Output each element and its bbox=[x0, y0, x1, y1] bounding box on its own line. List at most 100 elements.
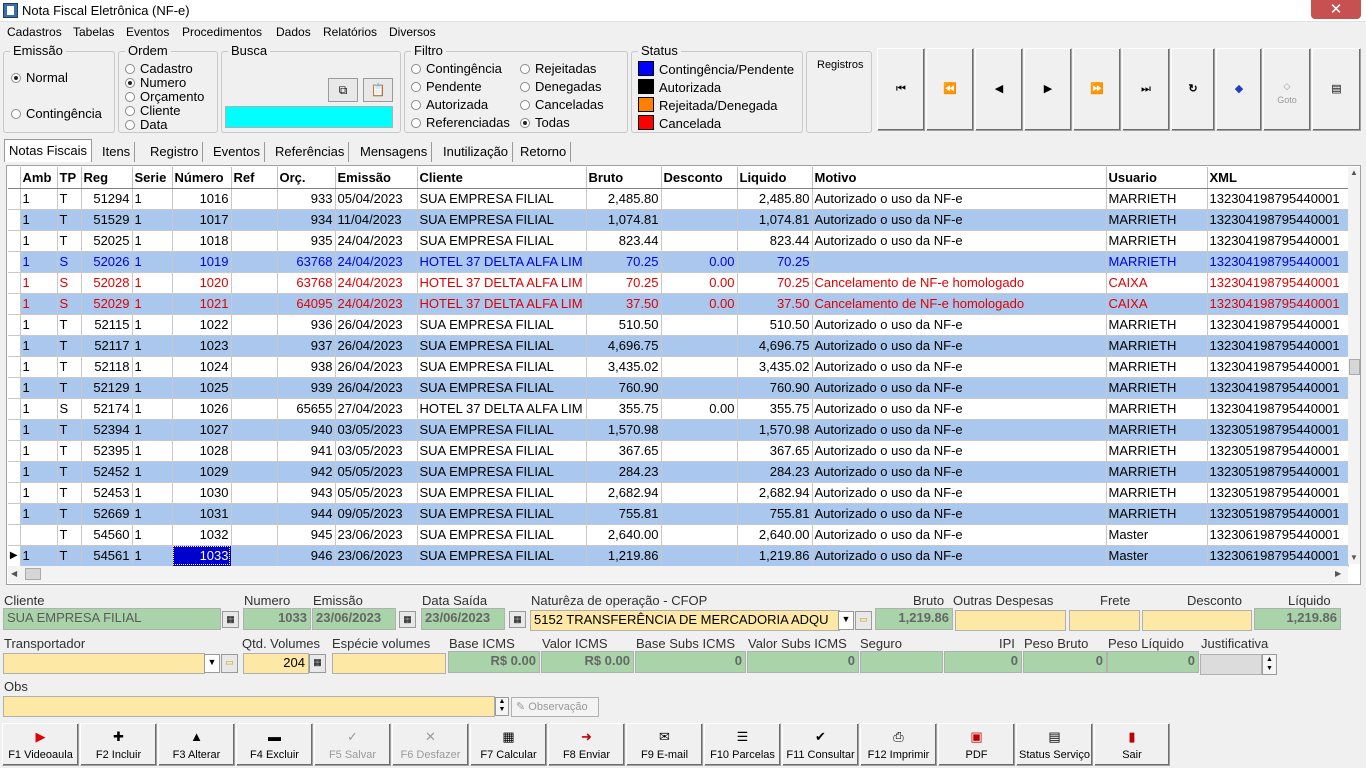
cell-ref[interactable] bbox=[231, 230, 278, 252]
cell-ref[interactable] bbox=[231, 377, 278, 399]
cell-emissao[interactable]: 23/06/2023 bbox=[335, 524, 418, 546]
cell-ref[interactable] bbox=[231, 293, 278, 315]
cell-liquido[interactable]: 1,074.81 bbox=[737, 209, 813, 231]
cell-amb[interactable] bbox=[20, 524, 58, 546]
cell-desconto[interactable] bbox=[661, 503, 738, 525]
cell-liquido[interactable]: 1,219.86 bbox=[737, 545, 813, 567]
cell-reg[interactable]: 52174 bbox=[81, 398, 133, 420]
cell-ref[interactable] bbox=[231, 188, 278, 210]
cell-reg[interactable]: 52115 bbox=[81, 314, 133, 336]
cell-motivo[interactable]: Autorizado o uso da NF-e bbox=[812, 377, 1107, 399]
cell-numero[interactable]: 1027 bbox=[172, 419, 232, 441]
cell-xml[interactable]: 132305198795440001 bbox=[1207, 419, 1349, 441]
cell-orc[interactable]: 933 bbox=[277, 188, 336, 210]
incluir-button[interactable]: ✚ F2 Incluir bbox=[80, 723, 157, 766]
menu-procedimentos[interactable]: Procedimentos bbox=[182, 25, 262, 39]
goto-button[interactable]: ◇ Goto bbox=[1263, 48, 1311, 131]
natureza-select[interactable]: 5152 TRANSFERÊNCIA DE MERCADORIA ADQU bbox=[530, 610, 840, 631]
ordem-numero-radio[interactable]: Numero bbox=[125, 75, 186, 90]
cell-desconto[interactable]: 0.00 bbox=[661, 251, 738, 273]
natureza-folder-button[interactable]: ▭ bbox=[855, 611, 872, 630]
row-indicator[interactable] bbox=[8, 440, 21, 462]
cell-usuario[interactable]: Master bbox=[1106, 545, 1208, 567]
tab-itens[interactable]: Itens bbox=[98, 142, 136, 162]
cell-reg[interactable]: 51529 bbox=[81, 209, 133, 231]
cell-cliente[interactable]: SUA EMPRESA FILIAL bbox=[417, 461, 587, 483]
cell-cliente[interactable]: SUA EMPRESA FILIAL bbox=[417, 377, 587, 399]
cell-desconto[interactable]: 0.00 bbox=[661, 398, 738, 420]
menu-dados[interactable]: Dados bbox=[276, 25, 311, 39]
cell-desconto[interactable] bbox=[661, 230, 738, 252]
cell-desconto[interactable]: 0.00 bbox=[661, 272, 738, 294]
ordem-cliente-radio[interactable]: Cliente bbox=[125, 103, 180, 118]
cell-xml[interactable]: 132306198795440001 bbox=[1207, 524, 1349, 546]
cell-emissao[interactable]: 11/04/2023 bbox=[335, 209, 418, 231]
videoaula-button[interactable]: ▶ F1 Videoaula bbox=[2, 723, 79, 766]
close-button[interactable]: ✕ bbox=[1311, 0, 1361, 19]
cell-amb[interactable]: 1 bbox=[20, 251, 58, 273]
cell-desconto[interactable] bbox=[661, 482, 738, 504]
cell-bruto[interactable]: 2,682.94 bbox=[586, 482, 662, 504]
cell-amb[interactable]: 1 bbox=[20, 188, 58, 210]
cell-desconto[interactable] bbox=[661, 188, 738, 210]
cell-numero[interactable]: 1033 bbox=[172, 545, 232, 567]
salvar-button[interactable]: ✓ F5 Salvar bbox=[314, 723, 391, 766]
cell-orc[interactable]: 938 bbox=[277, 356, 336, 378]
menu-cadastros[interactable]: Cadastros bbox=[7, 25, 62, 39]
email-button[interactable]: ✉ F9 E-mail bbox=[626, 723, 703, 766]
cell-usuario[interactable]: CAIXA bbox=[1106, 272, 1208, 294]
cell-desconto[interactable]: 0.00 bbox=[661, 293, 738, 315]
cell-serie[interactable]: 1 bbox=[132, 272, 173, 294]
cell-serie[interactable]: 1 bbox=[132, 356, 173, 378]
filtro-todas-radio[interactable]: Todas bbox=[520, 115, 570, 130]
natureza-dropdown-button[interactable]: ▼ bbox=[838, 611, 854, 630]
cell-emissao[interactable]: 23/06/2023 bbox=[335, 545, 418, 567]
cell-cliente[interactable]: HOTEL 37 DELTA ALFA LIM bbox=[417, 398, 587, 420]
cell-tp[interactable]: T bbox=[57, 482, 82, 504]
cell-liquido[interactable]: 2,682.94 bbox=[737, 482, 813, 504]
cell-tp[interactable]: T bbox=[57, 356, 82, 378]
row-indicator[interactable] bbox=[8, 188, 21, 210]
cell-reg[interactable]: 52029 bbox=[81, 293, 133, 315]
cell-bruto[interactable]: 3,435.02 bbox=[586, 356, 662, 378]
cell-tp[interactable]: T bbox=[57, 440, 82, 462]
cell-tp[interactable]: S bbox=[57, 272, 82, 294]
prev-record-button[interactable]: ◀ bbox=[975, 48, 1023, 131]
cell-tp[interactable]: T bbox=[57, 188, 82, 210]
cell-xml[interactable]: 132304198795440001 bbox=[1207, 293, 1349, 315]
cell-bruto[interactable]: 1,074.81 bbox=[586, 209, 662, 231]
cell-bruto[interactable]: 284.23 bbox=[586, 461, 662, 483]
cell-reg[interactable]: 51294 bbox=[81, 188, 133, 210]
cell-reg[interactable]: 52117 bbox=[81, 335, 133, 357]
first-record-button[interactable]: ⏮ bbox=[877, 48, 925, 131]
cell-xml[interactable]: 132305198795440001 bbox=[1207, 440, 1349, 462]
status-servico-button[interactable]: ▤ Status Serviço bbox=[1016, 723, 1093, 766]
cell-amb[interactable]: 1 bbox=[20, 419, 58, 441]
cell-liquido[interactable]: 2,640.00 bbox=[737, 524, 813, 546]
col-emissao[interactable]: Emissão bbox=[335, 167, 418, 189]
paste-button[interactable]: 📋 bbox=[363, 78, 393, 102]
cell-motivo[interactable]: Autorizado o uso da NF-e bbox=[812, 419, 1107, 441]
filtro-rejeitadas-radio[interactable]: Rejeitadas bbox=[520, 61, 596, 76]
cell-ref[interactable] bbox=[231, 209, 278, 231]
row-indicator[interactable] bbox=[8, 398, 21, 420]
cell-serie[interactable]: 1 bbox=[132, 209, 173, 231]
cell-motivo[interactable]: Autorizado o uso da NF-e bbox=[812, 188, 1107, 210]
row-indicator[interactable] bbox=[8, 272, 21, 294]
cell-motivo[interactable]: Autorizado o uso da NF-e bbox=[812, 482, 1107, 504]
scroll-right-icon[interactable]: ▶ bbox=[1335, 569, 1341, 578]
especie-field[interactable] bbox=[332, 653, 446, 674]
cell-orc[interactable]: 936 bbox=[277, 314, 336, 336]
table-row[interactable]: 1 T 52115 1 1022 936 26/04/2023 SUA EMPRESA FIL… bbox=[8, 314, 1349, 336]
table-row[interactable]: 1 T 52117 1 1023 937 26/04/2023 SUA EMPRESA FIL… bbox=[8, 335, 1349, 357]
cell-orc[interactable]: 937 bbox=[277, 335, 336, 357]
cell-usuario[interactable]: MARRIETH bbox=[1106, 482, 1208, 504]
cell-bruto[interactable]: 70.25 bbox=[586, 272, 662, 294]
col-orc[interactable]: Orç. bbox=[277, 167, 336, 189]
cell-desconto[interactable] bbox=[661, 440, 738, 462]
cell-tp[interactable]: T bbox=[57, 503, 82, 525]
cell-desconto[interactable] bbox=[661, 461, 738, 483]
cell-motivo[interactable]: Autorizado o uso da NF-e bbox=[812, 230, 1107, 252]
cell-reg[interactable]: 52028 bbox=[81, 272, 133, 294]
next-page-button[interactable]: ⏩ bbox=[1073, 48, 1121, 131]
